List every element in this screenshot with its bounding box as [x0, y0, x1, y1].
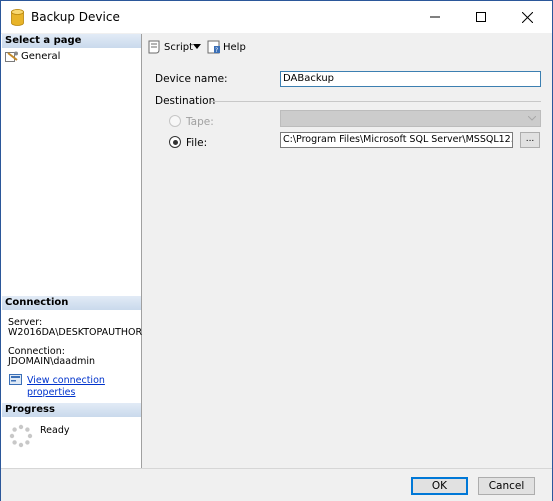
maximize-button[interactable]	[458, 1, 504, 33]
general-page-form: Device name: DABackup Destination Tape: …	[143, 59, 552, 468]
title-bar: Backup Device	[1, 1, 552, 33]
minimize-icon	[430, 16, 440, 18]
close-button[interactable]	[504, 1, 550, 33]
file-label: File:	[186, 137, 208, 149]
file-path-input[interactable]: C:\Program Files\Microsoft SQL Server\MS…	[280, 132, 513, 148]
script-icon	[148, 40, 160, 54]
help-icon: ?	[207, 40, 220, 54]
view-connection-properties-link-2[interactable]: properties	[27, 387, 75, 398]
dialog-footer: OK Cancel	[1, 468, 552, 501]
toolbar: Script ? Help	[143, 34, 552, 59]
chevron-down-icon	[528, 116, 536, 121]
device-name-label: Device name:	[155, 73, 228, 85]
help-button[interactable]: ? Help	[207, 39, 246, 55]
tape-label: Tape:	[186, 116, 214, 128]
connection-properties-icon	[9, 374, 22, 385]
connection-header: Connection	[2, 296, 141, 310]
wrench-page-icon	[5, 51, 18, 62]
left-panel: Select a page General Connection Server:…	[1, 34, 151, 468]
progress-spinner-icon	[9, 424, 33, 448]
connection-value: JDOMAIN\daadmin	[8, 356, 96, 367]
server-value: W2016DA\DESKTOPAUTHORIT	[8, 327, 151, 338]
select-page-header: Select a page	[2, 34, 141, 48]
progress-header: Progress	[2, 403, 141, 417]
chevron-down-icon	[193, 44, 201, 49]
minimize-button[interactable]	[412, 1, 458, 33]
page-item-label: General	[21, 50, 61, 62]
database-icon	[11, 9, 24, 26]
destination-label: Destination	[155, 95, 216, 107]
page-item-general[interactable]: General	[5, 49, 60, 63]
destination-divider	[211, 101, 541, 102]
svg-text:?: ?	[215, 47, 218, 54]
browse-button[interactable]: ...	[520, 132, 540, 148]
script-button[interactable]: Script	[147, 39, 193, 55]
tape-combobox[interactable]	[280, 110, 541, 127]
script-label: Script	[164, 41, 194, 53]
ok-button[interactable]: OK	[411, 477, 468, 495]
help-label: Help	[223, 41, 246, 53]
file-radio[interactable]	[169, 136, 181, 148]
view-connection-properties-link[interactable]: View connection	[27, 375, 105, 386]
device-name-input[interactable]: DABackup	[280, 71, 541, 87]
close-icon	[521, 11, 533, 23]
progress-status: Ready	[40, 425, 70, 436]
window-title: Backup Device	[31, 10, 120, 24]
maximize-icon	[476, 12, 486, 22]
tape-radio[interactable]	[169, 115, 181, 127]
backup-device-dialog: Backup Device Select a page General Conn…	[0, 0, 553, 501]
cancel-button[interactable]: Cancel	[478, 477, 535, 495]
script-dropdown-button[interactable]	[193, 39, 201, 55]
